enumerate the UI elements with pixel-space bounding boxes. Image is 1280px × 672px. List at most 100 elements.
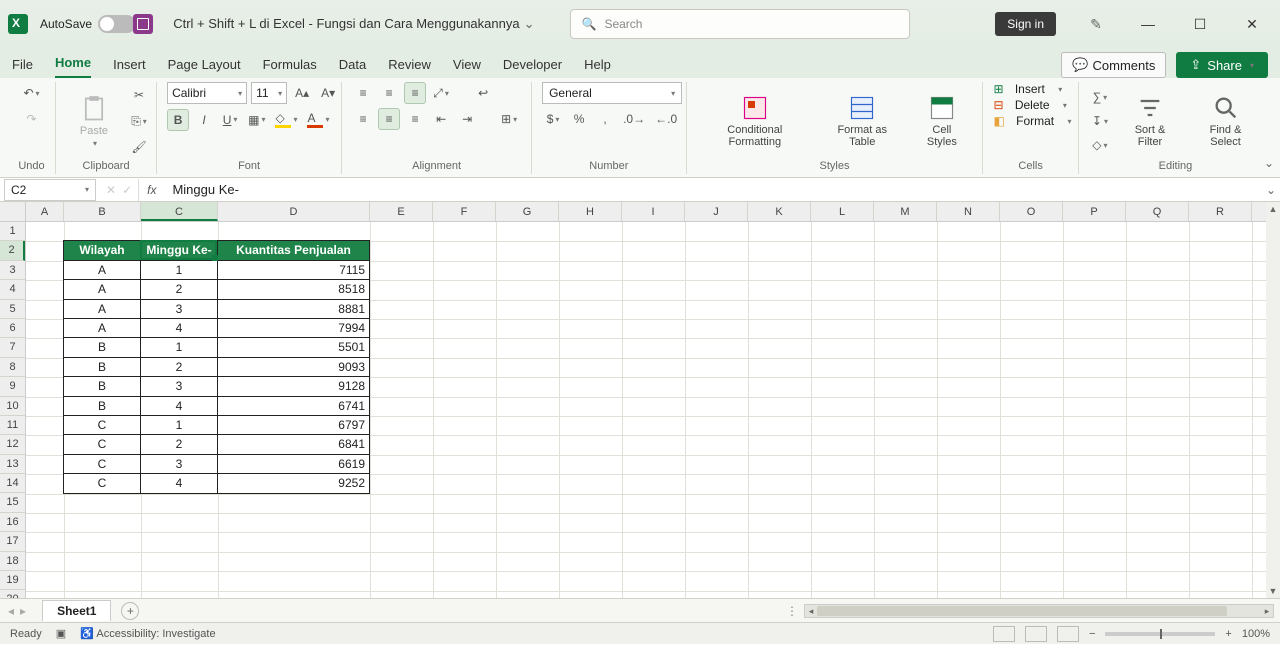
table-cell[interactable]: 6619 xyxy=(217,454,370,474)
table-cell[interactable]: 8881 xyxy=(217,299,370,319)
align-center-button[interactable]: ≡ xyxy=(378,108,400,130)
undo-button[interactable]: ↶▾ xyxy=(20,82,42,104)
align-top-button[interactable]: ≡ xyxy=(352,82,374,104)
row-header[interactable]: 1 xyxy=(0,222,25,241)
table-cell[interactable]: B xyxy=(63,357,141,377)
align-right-button[interactable]: ≡ xyxy=(404,108,426,130)
table-cell[interactable]: A xyxy=(63,260,141,280)
fx-icon[interactable]: fx xyxy=(139,183,164,197)
table-cell[interactable]: 3 xyxy=(140,299,218,319)
row-header[interactable]: 12 xyxy=(0,435,25,454)
formula-input[interactable]: Minggu Ke- xyxy=(164,182,1262,197)
page-layout-view-button[interactable] xyxy=(1025,626,1047,642)
scroll-down-icon[interactable]: ▼ xyxy=(1266,584,1280,598)
decrease-font-button[interactable]: A▾ xyxy=(317,82,339,104)
pen-icon[interactable]: ✎ xyxy=(1076,4,1116,44)
align-middle-button[interactable]: ≡ xyxy=(378,82,400,104)
table-cell[interactable]: 9093 xyxy=(217,357,370,377)
row-header[interactable]: 5 xyxy=(0,300,25,319)
tab-page-layout[interactable]: Page Layout xyxy=(168,57,241,78)
accessibility-status[interactable]: ♿ Accessibility: Investigate xyxy=(80,627,215,640)
row-headers[interactable]: 1234567891011121314151617181920 xyxy=(0,222,26,598)
table-cell[interactable]: B xyxy=(63,337,141,357)
collapse-ribbon-button[interactable]: ⌄ xyxy=(1264,156,1274,170)
format-cells-button[interactable]: ◧ Format ▾ xyxy=(993,114,1071,128)
table-cell[interactable]: 2 xyxy=(140,279,218,299)
table-cell[interactable]: 1 xyxy=(140,337,218,357)
copy-button[interactable]: ⎘▾ xyxy=(128,110,150,132)
cut-button[interactable]: ✂ xyxy=(128,84,150,106)
paste-button[interactable]: Paste▾ xyxy=(66,91,122,152)
table-cell[interactable]: B xyxy=(63,376,141,396)
sheet-options-icon[interactable]: ⋮ xyxy=(786,604,798,618)
expand-formula-bar-button[interactable]: ⌄ xyxy=(1262,183,1280,197)
scrollbar-thumb[interactable] xyxy=(817,606,1227,616)
sheet-nav-next-icon[interactable]: ▸ xyxy=(20,604,26,618)
decrease-indent-button[interactable]: ⇤ xyxy=(430,108,452,130)
border-button[interactable]: ▦▾ xyxy=(245,109,268,131)
fill-button[interactable]: ↧▾ xyxy=(1089,110,1111,132)
document-title[interactable]: Ctrl + Shift + L di Excel - Fungsi dan C… xyxy=(173,16,534,32)
scroll-up-icon[interactable]: ▲ xyxy=(1266,202,1280,216)
horizontal-scrollbar[interactable]: ◂ ▸ xyxy=(804,604,1274,618)
row-header[interactable]: 10 xyxy=(0,397,25,416)
column-header[interactable]: A xyxy=(26,202,64,221)
normal-view-button[interactable] xyxy=(993,626,1015,642)
column-header[interactable]: C xyxy=(141,202,218,221)
insert-cells-button[interactable]: ⊞ Insert ▾ xyxy=(993,82,1062,96)
table-cell[interactable]: 4 xyxy=(140,473,218,493)
table-cell[interactable]: 6797 xyxy=(217,415,370,435)
zoom-out-button[interactable]: − xyxy=(1089,628,1095,640)
tab-home[interactable]: Home xyxy=(55,55,91,78)
redo-button[interactable]: ↷ xyxy=(21,108,43,130)
row-header[interactable]: 8 xyxy=(0,358,25,377)
column-header[interactable]: I xyxy=(622,202,685,221)
sort-filter-button[interactable]: Sort & Filter xyxy=(1117,90,1183,152)
tab-view[interactable]: View xyxy=(453,57,481,78)
tab-formulas[interactable]: Formulas xyxy=(263,57,317,78)
table-cell[interactable]: 4 xyxy=(140,318,218,338)
underline-button[interactable]: U▾ xyxy=(219,109,241,131)
cells-area[interactable]: WilayahMinggu Ke-Kuantitas PenjualanA171… xyxy=(26,222,1266,598)
column-header[interactable]: R xyxy=(1189,202,1252,221)
accounting-button[interactable]: $▾ xyxy=(542,108,564,130)
table-cell[interactable]: 1 xyxy=(140,260,218,280)
row-header[interactable]: 11 xyxy=(0,416,25,435)
table-cell[interactable]: 3 xyxy=(140,376,218,396)
enter-formula-icon[interactable]: ✓ xyxy=(122,183,132,197)
add-sheet-button[interactable]: + xyxy=(121,602,139,620)
italic-button[interactable]: I xyxy=(193,109,215,131)
column-header[interactable]: F xyxy=(433,202,496,221)
table-cell[interactable]: 7115 xyxy=(217,260,370,280)
name-box[interactable]: C2▾ xyxy=(4,179,96,201)
table-cell[interactable]: A xyxy=(63,299,141,319)
table-cell[interactable]: C xyxy=(63,473,141,493)
column-header[interactable]: E xyxy=(370,202,433,221)
table-cell[interactable]: 6841 xyxy=(217,434,370,454)
tab-file[interactable]: File xyxy=(12,57,33,78)
row-header[interactable]: 15 xyxy=(0,493,25,512)
table-cell[interactable]: A xyxy=(63,318,141,338)
find-select-button[interactable]: Find & Select xyxy=(1189,90,1262,152)
align-left-button[interactable]: ≡ xyxy=(352,108,374,130)
zoom-in-button[interactable]: + xyxy=(1225,628,1231,640)
tab-help[interactable]: Help xyxy=(584,57,611,78)
minimize-button[interactable]: ― xyxy=(1128,4,1168,44)
decrease-decimal-button[interactable]: ←.0 xyxy=(652,108,680,130)
column-header[interactable]: M xyxy=(874,202,937,221)
cell-styles-button[interactable]: Cell Styles xyxy=(911,90,972,152)
spreadsheet-grid[interactable]: ABCDEFGHIJKLMNOPQR 123456789101112131415… xyxy=(0,202,1280,598)
conditional-formatting-button[interactable]: Conditional Formatting xyxy=(697,90,814,152)
orientation-button[interactable]: ⤢▾ xyxy=(430,82,452,104)
increase-font-button[interactable]: A▴ xyxy=(291,82,313,104)
vertical-scrollbar[interactable]: ▲ ▼ xyxy=(1266,202,1280,598)
row-header[interactable]: 17 xyxy=(0,532,25,551)
table-cell[interactable]: 2 xyxy=(140,357,218,377)
align-bottom-button[interactable]: ≡ xyxy=(404,82,426,104)
column-header[interactable]: J xyxy=(685,202,748,221)
macro-icon[interactable]: ▣ xyxy=(56,627,66,640)
table-cell[interactable]: 4 xyxy=(140,396,218,416)
percent-button[interactable]: % xyxy=(568,108,590,130)
column-header[interactable]: L xyxy=(811,202,874,221)
merge-button[interactable]: ⊞▾ xyxy=(498,108,520,130)
